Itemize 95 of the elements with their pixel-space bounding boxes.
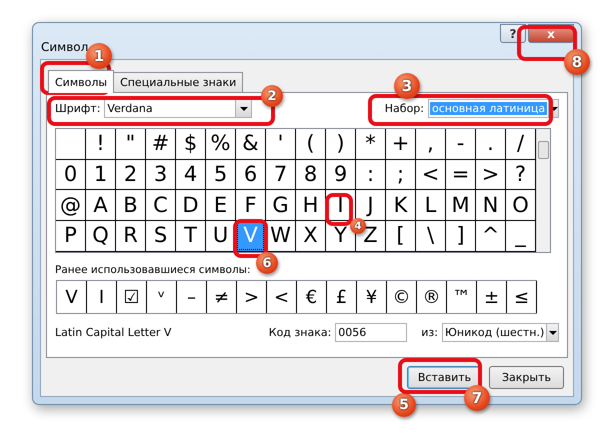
symbol-cell[interactable]: Z [363,225,378,246]
symbol-cell[interactable]: < [422,164,440,186]
recent-symbol-cell[interactable]: € [297,281,327,313]
recent-symbol-cell[interactable]: ᵛ [147,281,177,313]
recent-symbol-cell[interactable]: ≠ [207,281,237,313]
recent-symbol-cell[interactable]: ☑ [117,281,147,313]
symbol-cell[interactable]: = [452,164,470,186]
recent-symbol-cell[interactable]: – [177,281,207,313]
symbol-cell[interactable]: 5 [214,164,228,186]
symbol-cell[interactable]: 7 [274,164,288,186]
symbol-cell[interactable]: ' [278,133,284,154]
symbol-cell[interactable]: G [272,194,289,216]
symbol-cell[interactable]: " [126,133,136,154]
symbol-cell[interactable]: B [123,194,138,216]
font-label: Шрифт: [55,102,100,115]
from-label: из: [421,326,438,339]
symbol-cell[interactable]: 6 [244,164,258,186]
empty-symbol-cell[interactable] [56,129,86,160]
tab[interactable]: Символы [48,70,114,93]
code-field[interactable]: 0056 [335,323,408,342]
scrollbar[interactable] [536,129,550,252]
symbol-cell[interactable]: P [64,225,77,246]
symbol-cell[interactable]: C [153,194,168,216]
symbol-cell[interactable]: 4 [184,164,198,186]
symbol-cell[interactable]: / [516,133,524,154]
symbol-cell[interactable]: J [367,194,374,216]
highlight-frame [325,193,353,226]
symbol-cell[interactable]: % [210,133,230,154]
symbol-cell[interactable]: - [456,133,464,154]
window-title: Символ [41,40,88,54]
recent-symbol-cell[interactable]: ® [417,281,447,313]
symbol-cell[interactable]: U [212,225,228,246]
recent-symbol-cell[interactable]: ¥ [357,281,387,313]
symbol-cell[interactable]: X [303,225,318,246]
symbol-cell[interactable]: 3 [154,164,168,186]
symbol-cell[interactable]: H [302,194,318,216]
character-name: Latin Capital Letter V [55,326,172,339]
recent-symbol-cell[interactable]: © [387,281,417,313]
recent-symbol-cell[interactable]: > [237,281,267,313]
recent-symbol-cell[interactable]: < [267,281,297,313]
step-number-badge: 8 [564,49,590,75]
symbol-cell[interactable]: * [365,133,376,154]
subset-label: Набор: [384,102,424,115]
symbol-cell[interactable]: ] [456,225,465,246]
symbol-cell[interactable]: @ [60,194,81,216]
symbol-cell[interactable]: 9 [334,164,348,186]
symbol-cell[interactable]: S [154,225,168,246]
recent-symbol-cell[interactable]: ™ [447,281,477,313]
symbol-cell[interactable]: O [512,194,529,216]
font-dropdown[interactable]: Verdana [104,99,252,118]
symbol-cell[interactable]: & [242,133,259,154]
symbol-cell[interactable]: Q [92,225,109,246]
symbol-cell[interactable]: : [366,164,374,186]
symbol-cell[interactable]: A [93,194,108,216]
symbol-cell[interactable]: ) [336,133,345,154]
symbol-cell[interactable]: 0 [64,164,78,186]
symbol-cell[interactable]: ; [396,164,404,186]
code-label: Код знака: [268,326,332,339]
symbol-cell[interactable]: ( [306,133,315,154]
symbol-cell[interactable]: 1 [94,164,108,186]
recent-symbol-cell[interactable]: V [57,281,87,313]
symbol-cell[interactable]: # [152,133,170,154]
encoding-dropdown[interactable]: Юникод (шестн.) [442,323,559,342]
symbol-cell[interactable]: ! [96,133,105,154]
dialog-button[interactable]: Закрыть [489,366,564,389]
symbol-cell[interactable]: $ [184,133,198,154]
symbol-cell[interactable]: ^ [482,225,500,246]
recent-symbol-cell[interactable]: ± [477,281,507,313]
symbol-cell[interactable]: ? [514,164,526,186]
symbol-cell[interactable]: D [182,194,199,216]
recent-symbol-cell[interactable]: I [87,281,117,313]
symbol-cell[interactable]: E [214,194,228,216]
symbol-cell[interactable]: [ [396,225,405,246]
symbol-cell[interactable]: > [482,164,500,186]
symbol-cell[interactable]: 8 [304,164,318,186]
tab[interactable]: Специальные знаки [113,72,244,92]
symbol-cell[interactable]: 2 [124,164,138,186]
symbol-cell[interactable]: K [394,194,408,216]
recent-symbol-cell[interactable]: ≤ [507,281,537,313]
symbol-cell[interactable]: . [487,133,494,154]
symbol-cell[interactable]: N [482,194,498,216]
symbol-cell[interactable]: \ [426,225,434,246]
symbol-cell[interactable]: T [184,225,197,246]
symbol-cell[interactable]: F [244,194,257,216]
symbol-cell[interactable]: I [337,194,344,216]
symbol-cell[interactable]: Y [334,225,347,246]
symbol-cell[interactable]: + [392,133,410,154]
recent-symbols-label: Ранее использовавшиеся символы: [55,264,250,276]
symbol-cell[interactable]: , [427,133,434,154]
symbol-cell[interactable]: _ [515,225,526,246]
symbol-cell[interactable]: W [270,225,291,246]
symbol-cell[interactable]: R [123,225,138,246]
symbol-cell[interactable]: M [451,194,470,216]
recent-symbol-cell[interactable]: £ [327,281,357,313]
symbol-cell[interactable]: L [424,194,436,216]
